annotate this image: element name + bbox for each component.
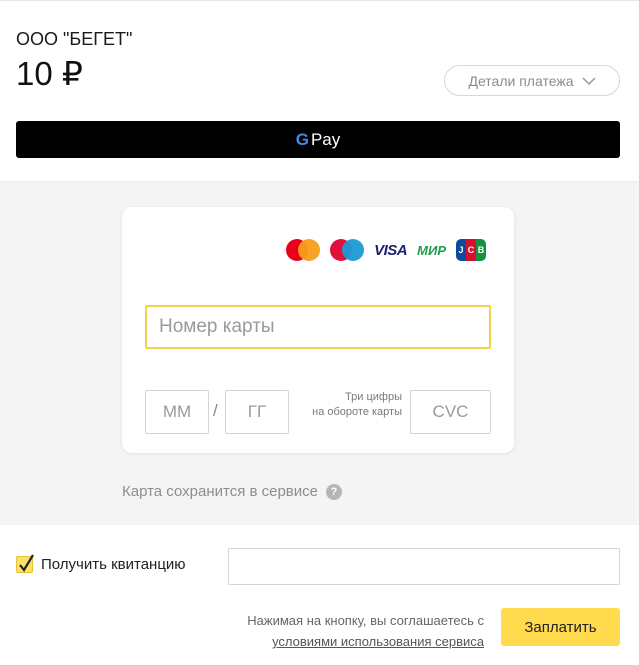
- payment-system-logos: VISA МИР J C B: [286, 239, 486, 261]
- payment-amount: 10 ₽: [16, 55, 83, 92]
- card-number-input[interactable]: [145, 305, 491, 349]
- chevron-down-icon: [581, 76, 596, 85]
- expiry-year-input[interactable]: [225, 390, 289, 434]
- top-divider: [0, 0, 639, 1]
- card-save-text: Карта сохранится в сервисе: [122, 483, 318, 500]
- google-g-icon: G: [295, 129, 309, 149]
- cvc-input[interactable]: [410, 390, 491, 434]
- checkmark-icon: [19, 554, 34, 572]
- maestro-icon: [330, 239, 365, 261]
- terms-notice: Нажимая на кнопку, вы соглашаетесь с усл…: [247, 610, 484, 652]
- mastercard-icon: [286, 239, 321, 261]
- help-icon[interactable]: ?: [326, 483, 342, 500]
- pay-button[interactable]: Заплатить: [501, 608, 620, 646]
- visa-logo: VISA: [374, 241, 408, 259]
- terms-text: Нажимая на кнопку, вы соглашаетесь с: [247, 613, 484, 628]
- mir-logo: МИР: [417, 242, 446, 258]
- receipt-label: Получить квитанцию: [41, 556, 186, 573]
- google-pay-button[interactable]: G Pay: [16, 121, 620, 158]
- card-save-note: Карта сохранится в сервисе ?: [122, 483, 342, 500]
- cvc-hint: Три цифры на обороте карты: [312, 391, 402, 418]
- receipt-email-input[interactable]: [228, 548, 620, 585]
- card-form: VISA МИР J C B / Три цифры на обороте ка…: [122, 207, 514, 453]
- payment-details-label: Детали платежа: [468, 72, 574, 89]
- merchant-name: ООО "БЕГЕТ": [16, 29, 133, 49]
- google-pay-label: Pay: [310, 129, 341, 149]
- expiry-month-input[interactable]: [145, 390, 209, 434]
- receipt-checkbox-row[interactable]: Получить квитанцию: [16, 554, 186, 573]
- payment-details-button[interactable]: Детали платежа: [444, 65, 620, 96]
- expiry-separator: /: [213, 401, 218, 420]
- receipt-checkbox[interactable]: [16, 554, 34, 573]
- terms-link[interactable]: условиями использования сервиса: [247, 631, 484, 652]
- jcb-logo: J C B: [456, 239, 486, 261]
